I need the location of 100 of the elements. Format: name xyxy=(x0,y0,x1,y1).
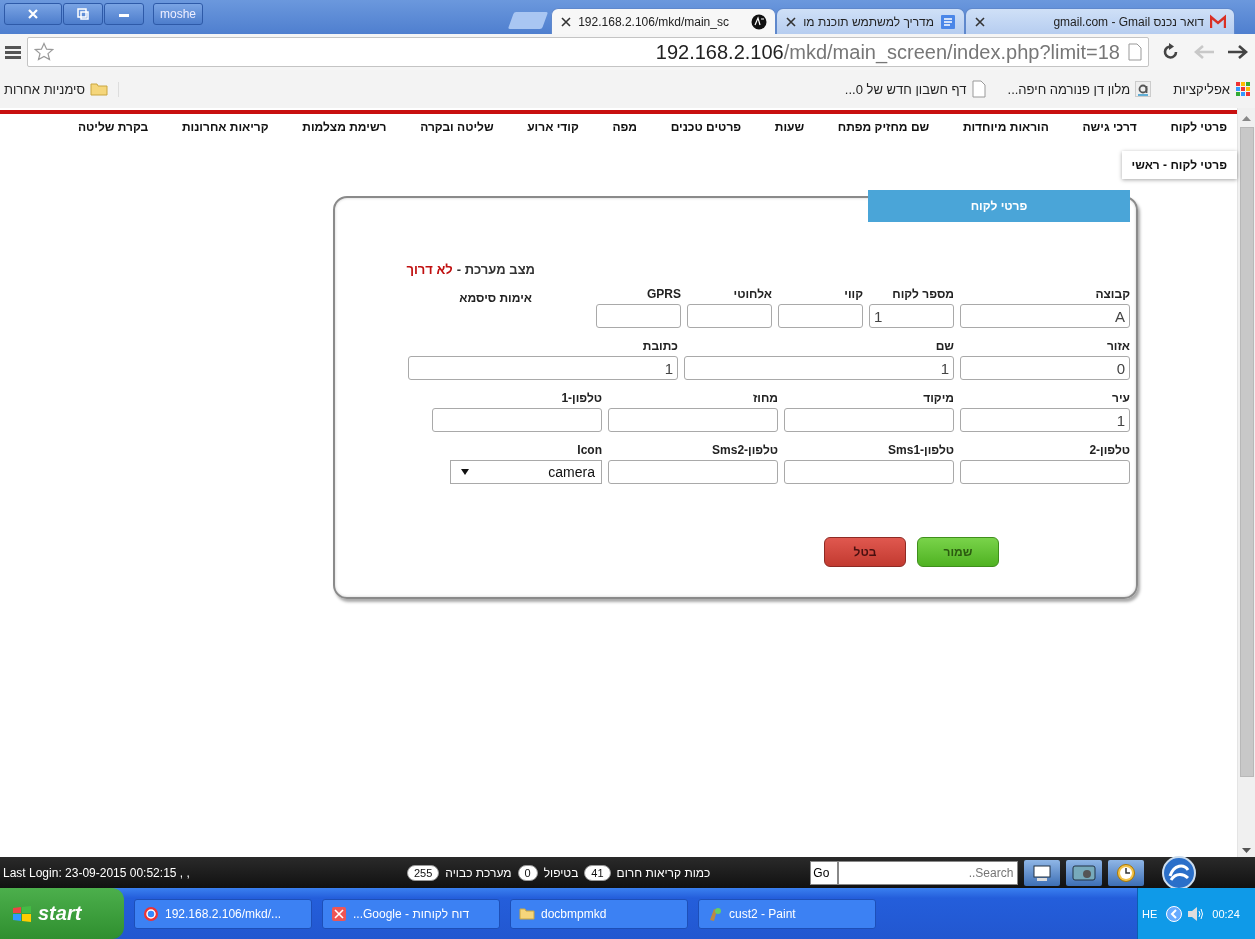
close-icon[interactable] xyxy=(560,15,573,28)
menu-item[interactable]: בקרת שליטה xyxy=(78,120,149,134)
input-field[interactable] xyxy=(960,460,1130,484)
field-label: מחוז xyxy=(751,390,778,407)
close-button[interactable] xyxy=(4,3,62,25)
menu-item[interactable]: פרטי לקוח - ראשי xyxy=(1131,158,1227,172)
search-field[interactable]: Search.. xyxy=(838,860,1019,885)
save-button[interactable]: שמור xyxy=(917,537,999,567)
input-field[interactable] xyxy=(687,304,772,328)
close-icon[interactable] xyxy=(974,15,986,28)
folder-icon xyxy=(90,82,108,96)
browser-icon xyxy=(143,905,159,922)
menu-item[interactable]: שליטה ובקרה xyxy=(420,120,494,134)
field-label: טלפון-1 xyxy=(560,390,602,407)
bookmark-folder[interactable]: סימניות אחרות xyxy=(4,81,108,97)
folder-icon xyxy=(519,905,535,922)
menu-item[interactable]: מפה xyxy=(612,120,638,134)
status-label: מצב מערכת - xyxy=(456,262,535,277)
bookmark-link[interactable]: מלון דן פנורמה חיפה... xyxy=(1007,81,1152,97)
field-label: אזור xyxy=(1105,338,1130,355)
menu-item[interactable]: שעות xyxy=(774,120,805,134)
speaker-icon[interactable] xyxy=(1187,905,1206,922)
field-label: שם xyxy=(934,338,954,355)
menu-item[interactable]: קודי ארוע xyxy=(527,120,579,134)
address-text: 192.168.2.106/mkd/main_screen/index.php?limit=18 xyxy=(654,40,1120,64)
new-tab-button[interactable] xyxy=(508,12,549,29)
scroll-down-icon[interactable] xyxy=(1242,848,1251,853)
input-field[interactable] xyxy=(778,304,863,328)
address-bar[interactable]: 192.168.2.106/mkd/main_screen/index.php?limit=18 xyxy=(27,37,1149,67)
restore-icon[interactable] xyxy=(77,8,89,20)
paint-icon xyxy=(707,905,723,922)
counter-label: מערכת כבויה xyxy=(445,865,512,880)
scroll-up-icon[interactable] xyxy=(1242,116,1251,121)
caret-icon xyxy=(461,469,469,475)
field-label: כתובת xyxy=(641,338,678,355)
field-label: קווי xyxy=(843,286,863,303)
input-field[interactable]: 1 xyxy=(960,408,1130,432)
tool-button[interactable] xyxy=(1108,859,1145,886)
field-label: GPRS xyxy=(646,286,681,303)
star-icon[interactable] xyxy=(34,42,54,62)
bookmark-link[interactable]: אפליקציות xyxy=(1173,81,1251,97)
counter-label: בטיפול xyxy=(543,865,579,880)
bookmark-link[interactable]: דף חשבון חדש של 0... xyxy=(844,80,986,98)
page-icon[interactable] xyxy=(1128,43,1142,61)
input-field[interactable]: 1 xyxy=(408,356,678,380)
counter-label: כמות קריאות חרום xyxy=(616,865,711,880)
field-label: Icon xyxy=(576,442,602,459)
close-icon[interactable] xyxy=(785,15,798,28)
browser-tab[interactable]: 192.168.2.106/mkd/main_sc xyxy=(551,8,777,34)
menu-item[interactable]: דרכי גישה xyxy=(1082,120,1137,134)
field-label: קבוצה xyxy=(1094,286,1130,303)
browser-tab[interactable]: דואר נכנס gmail.com - Gmail xyxy=(965,8,1235,34)
field-label: טלפון-2 xyxy=(1088,442,1130,459)
field-label: מיקוד xyxy=(922,390,954,407)
input-field[interactable] xyxy=(784,460,954,484)
tool-button[interactable] xyxy=(1024,859,1061,886)
restore-button[interactable] xyxy=(63,3,103,25)
input-field[interactable]: 1 xyxy=(684,356,954,380)
taskbar-button[interactable]: cust2 - Paint xyxy=(698,898,876,929)
clock-text: 00:24 xyxy=(1212,907,1240,920)
section-header: פרטי לקוח xyxy=(868,190,1130,222)
input-field[interactable] xyxy=(784,408,954,432)
tool-button[interactable] xyxy=(1066,859,1103,886)
dropdown[interactable]: camera xyxy=(450,460,602,484)
taskbar-button[interactable]: docbmpmkd xyxy=(510,898,688,929)
input-field[interactable] xyxy=(596,304,681,328)
browser-tab[interactable]: מדריך למשתמש תוכנת מו xyxy=(776,8,965,34)
count-badge: 255 xyxy=(407,864,440,881)
input-field[interactable]: 1 xyxy=(869,304,954,328)
minimize-button[interactable] xyxy=(104,3,144,25)
apps-icon xyxy=(1235,81,1251,97)
menu-item[interactable]: שם מחזיק מפתח xyxy=(837,120,930,134)
input-field[interactable]: A xyxy=(960,304,1130,328)
input-field[interactable] xyxy=(432,408,602,432)
document-icon xyxy=(940,13,956,30)
go-button[interactable]: Go xyxy=(810,860,839,885)
input-field[interactable] xyxy=(608,460,778,484)
envelope-icon xyxy=(1210,13,1226,30)
menu-item[interactable]: פרטים טכנים xyxy=(670,120,742,134)
site-icon xyxy=(751,13,768,30)
scrollbar[interactable] xyxy=(1237,108,1255,857)
menu-item[interactable]: הוראות מיוחדות xyxy=(962,120,1049,134)
scroll-thumb[interactable] xyxy=(1239,127,1254,777)
input-field[interactable] xyxy=(608,408,778,432)
menu-item[interactable]: פרטי לקוח xyxy=(1170,120,1227,134)
clock-icon xyxy=(1116,862,1137,883)
swirl-logo-icon[interactable] xyxy=(1162,855,1197,890)
taskbar-button[interactable]: דוח לקוחות - Google... xyxy=(322,898,500,929)
menu-icon[interactable] xyxy=(5,45,21,59)
card-icon xyxy=(1072,863,1097,882)
menu-item[interactable]: רשימת מצלמות xyxy=(302,120,387,134)
page-icon xyxy=(971,80,986,98)
input-field[interactable]: 0 xyxy=(960,356,1130,380)
right-arrow-icon[interactable] xyxy=(1227,44,1249,60)
menu-item[interactable]: קריאות אחרונות xyxy=(181,120,269,134)
taskbar-button[interactable]: 192.168.2.106/mkd/... xyxy=(134,898,312,929)
field-label: אימות סיסמא xyxy=(458,290,532,307)
count-badge: 41 xyxy=(584,864,611,881)
field-label: Smsטלפון-1 xyxy=(887,442,954,459)
field-label: מספר לקוח xyxy=(891,286,954,303)
